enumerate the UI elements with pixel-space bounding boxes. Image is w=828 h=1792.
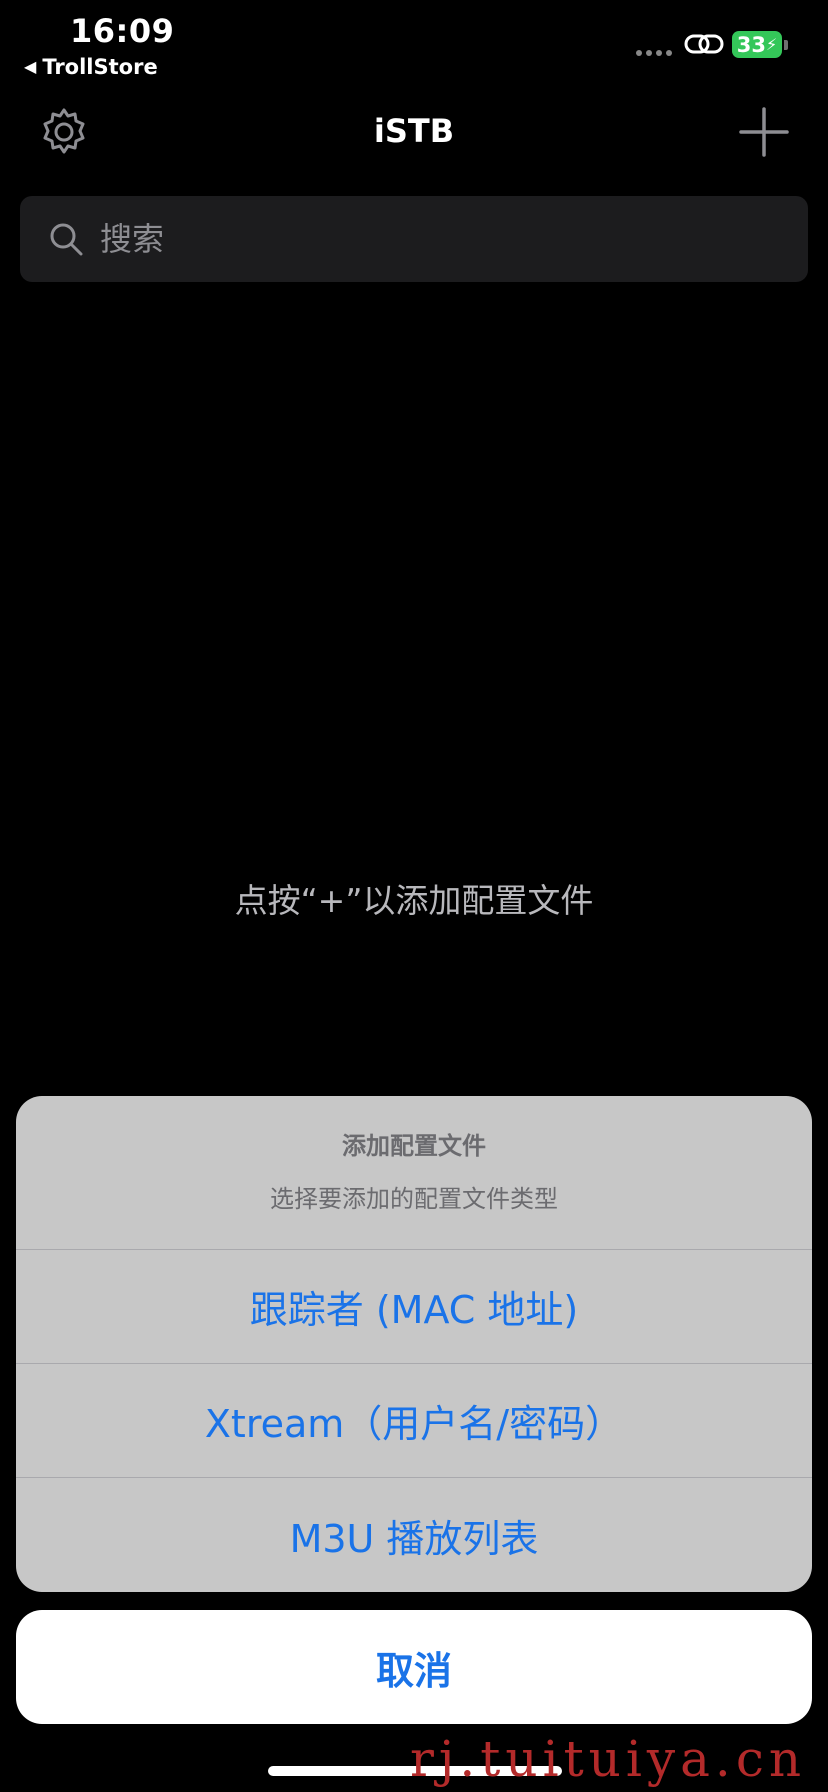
back-app-label: TrollStore [42, 55, 158, 79]
action-sheet-header: 添加配置文件 选择要添加的配置文件类型 [16, 1096, 812, 1250]
option-m3u-playlist[interactable]: M3U 播放列表 [16, 1478, 812, 1592]
back-to-app-link[interactable]: ◀ TrollStore [24, 55, 158, 79]
add-profile-button[interactable] [738, 106, 790, 158]
action-sheet: 添加配置文件 选择要添加的配置文件类型 跟踪者 (MAC 地址) Xtream（… [16, 1096, 812, 1592]
status-time: 16:09 [70, 12, 175, 50]
link-icon [684, 34, 724, 54]
charging-bolt-icon: ⚡ [766, 35, 778, 54]
cancel-button[interactable]: 取消 [16, 1610, 812, 1724]
action-sheet-title: 添加配置文件 [342, 1132, 486, 1160]
search-bar[interactable] [20, 196, 808, 282]
nav-title: iSTB [373, 112, 455, 150]
signal-icon [636, 50, 672, 56]
option-mac-address[interactable]: 跟踪者 (MAC 地址) [16, 1250, 812, 1364]
option-xtream[interactable]: Xtream（用户名/密码） [16, 1364, 812, 1478]
battery-level: 33 [736, 32, 766, 57]
watermark: rj.tuituiya.cn [410, 1730, 807, 1788]
empty-state-hint: 点按“+”以添加配置文件 [234, 881, 594, 920]
battery-icon: 33 ⚡ [732, 31, 782, 58]
battery-cap [784, 40, 788, 50]
search-input[interactable] [98, 219, 702, 259]
back-arrow-icon: ◀ [24, 57, 37, 76]
action-sheet-message: 选择要添加的配置文件类型 [270, 1185, 558, 1213]
search-icon [50, 223, 83, 256]
